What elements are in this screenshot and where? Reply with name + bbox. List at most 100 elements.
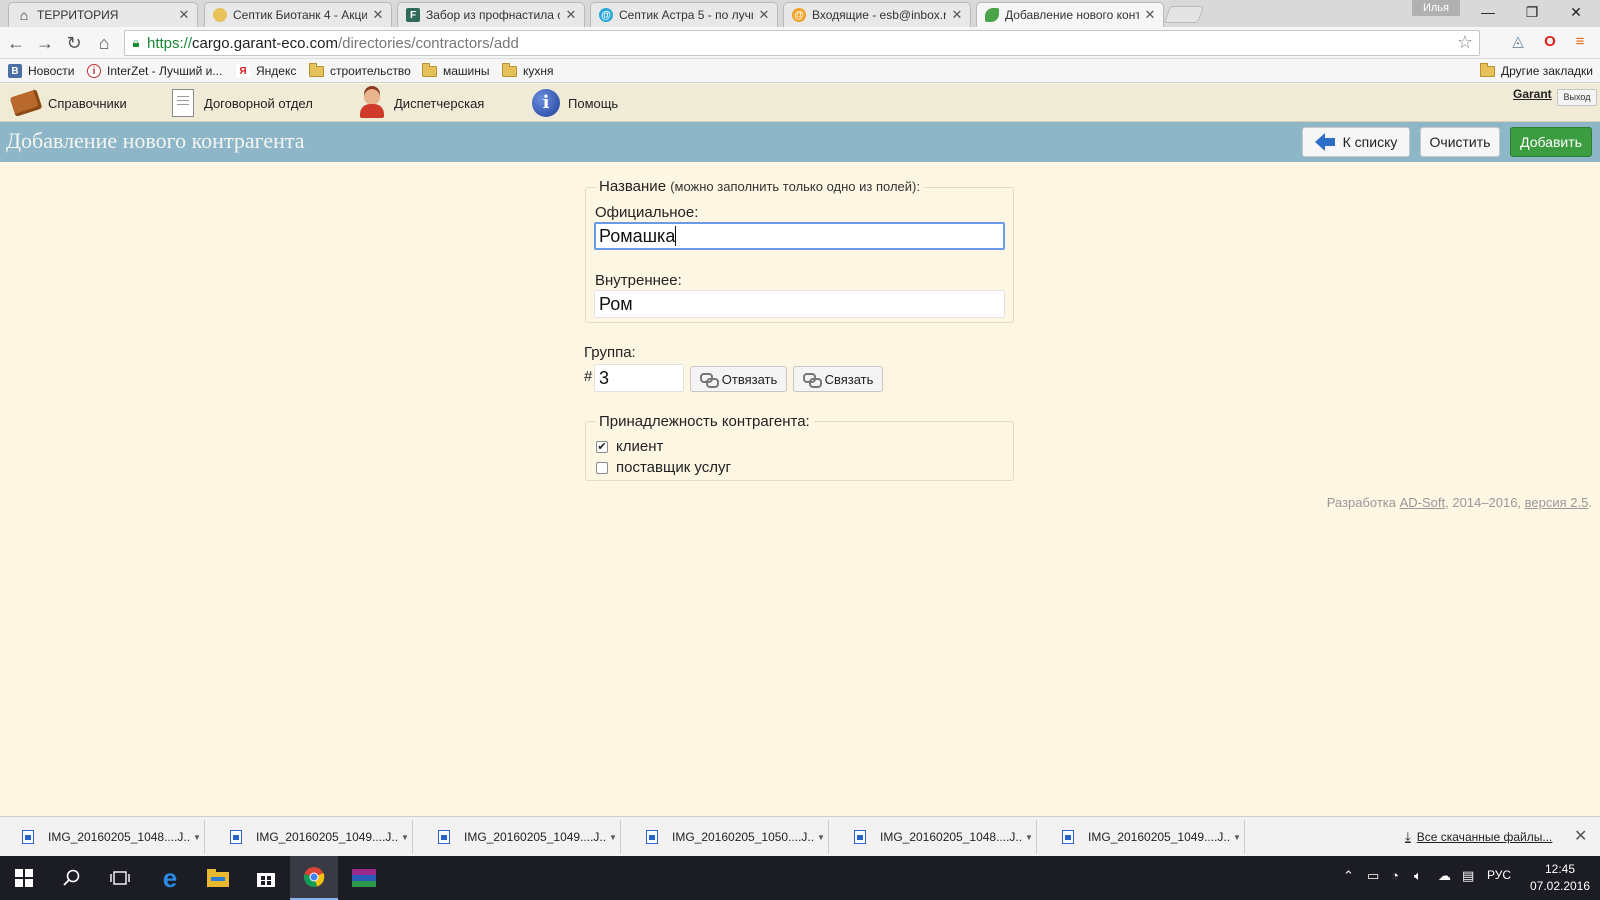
menu-item-directories[interactable]: Справочники: [9, 84, 127, 122]
winrar-icon[interactable]: [340, 856, 388, 900]
group-id-input[interactable]: 3: [594, 364, 684, 392]
browser-tab-inbox[interactable]: @ Входящие - esb@inbox.ru ✕: [783, 2, 971, 27]
bookmark-label: машины: [443, 64, 490, 78]
search-icon[interactable]: [48, 856, 96, 900]
footer-version-link[interactable]: версия 2.5: [1525, 495, 1589, 510]
close-downloads-icon[interactable]: ✕: [1574, 826, 1587, 846]
back-arrow-icon[interactable]: ←: [4, 31, 28, 55]
bookmark-folder-kitchen[interactable]: кухня: [502, 62, 554, 80]
bookmark-other[interactable]: Другие закладки: [1480, 62, 1593, 80]
browser-tab-biotank[interactable]: Септик Биотанк 4 - Акци ✕: [204, 2, 392, 27]
browser-tab-fence[interactable]: F Забор из профнастила се ✕: [397, 2, 585, 27]
minimize-icon[interactable]: —: [1466, 0, 1510, 26]
file-explorer-icon[interactable]: [194, 856, 242, 900]
image-file-icon: [1062, 830, 1074, 844]
browser-tab-astra[interactable]: @ Септик Астра 5 - по лучш ✕: [590, 2, 778, 27]
download-item[interactable]: IMG_20160205_1049....J... ▼: [214, 820, 413, 854]
chevron-down-icon[interactable]: ▼: [814, 833, 828, 842]
chevron-down-icon[interactable]: ▼: [190, 833, 204, 842]
user-link[interactable]: Garant: [1513, 87, 1552, 101]
menu-item-label: Помощь: [568, 95, 619, 111]
tab-title: Септик Астра 5 - по лучш: [619, 8, 753, 22]
download-item[interactable]: IMG_20160205_1049....J... ▼: [422, 820, 621, 854]
text-caret: [675, 226, 677, 246]
clear-button[interactable]: Очистить: [1420, 127, 1500, 157]
forward-arrow-icon[interactable]: →: [33, 31, 57, 55]
logout-button[interactable]: Выход: [1557, 89, 1597, 106]
chevron-down-icon[interactable]: ▼: [606, 833, 620, 842]
bookmark-star-icon[interactable]: ☆: [1457, 32, 1473, 53]
bookmark-folder-construction[interactable]: строительство: [309, 62, 411, 80]
windows-start-icon[interactable]: [0, 856, 48, 900]
home-button-icon[interactable]: ⌂: [92, 31, 116, 55]
chevron-down-icon[interactable]: ▼: [1022, 833, 1036, 842]
official-name-input[interactable]: Ромашка: [594, 222, 1005, 250]
restore-icon[interactable]: ❐: [1510, 0, 1554, 26]
internal-name-input[interactable]: Ром: [594, 290, 1005, 318]
service-provider-checkbox[interactable]: [596, 461, 608, 474]
address-bar[interactable]: 🔒︎ https:// cargo.garant-eco.com /direct…: [124, 30, 1480, 56]
tab-close-icon[interactable]: ✕: [757, 7, 771, 23]
tab-close-icon[interactable]: ✕: [564, 7, 578, 23]
app-menu: Справочники Договорной отдел Диспетчерск…: [0, 84, 1600, 122]
client-checkbox[interactable]: ✔: [596, 440, 608, 453]
tab-title: Добавление нового конт: [1005, 8, 1139, 22]
bookmark-folder-cars[interactable]: машины: [422, 62, 490, 80]
f-letter-icon: F: [406, 8, 420, 22]
notification-icon[interactable]: ▤: [1462, 868, 1474, 884]
tray-chevron-up-icon[interactable]: ⌃: [1343, 868, 1354, 884]
download-item[interactable]: IMG_20160205_1048....J... ▼: [838, 820, 1037, 854]
task-view-icon[interactable]: [96, 856, 144, 900]
add-button[interactable]: Добавить: [1510, 127, 1592, 157]
opera-icon[interactable]: O: [1540, 32, 1560, 52]
bookmarks-bar: B Новости i InterZet - Лучший и... Я Янд…: [0, 59, 1600, 83]
tab-close-icon[interactable]: ✕: [1143, 7, 1157, 23]
new-tab-button[interactable]: [1163, 6, 1205, 23]
bookmark-label: Яндекс: [256, 64, 297, 78]
download-item[interactable]: IMG_20160205_1048....J... ▼: [6, 820, 205, 854]
browser-tab-add-contractor[interactable]: Добавление нового конт ✕: [976, 2, 1164, 27]
back-to-list-button[interactable]: К списку: [1302, 127, 1410, 157]
menu-item-dispatch[interactable]: Диспетчерская: [356, 84, 484, 122]
unlink-button[interactable]: Отвязать: [690, 366, 787, 392]
download-filename: IMG_20160205_1048....J...: [880, 830, 1022, 844]
menu-item-help[interactable]: i Помощь: [530, 84, 618, 122]
bookmark-label: строительство: [330, 64, 411, 78]
clock-date: 07.02.2016: [1529, 879, 1591, 893]
close-window-icon[interactable]: ✕: [1554, 0, 1598, 26]
chrome-icon[interactable]: [290, 856, 338, 900]
chevron-down-icon[interactable]: ▼: [1230, 833, 1244, 842]
menu-item-contracts[interactable]: Договорной отдел: [166, 84, 313, 122]
volume-icon[interactable]: 🔈︎: [1414, 868, 1422, 884]
url-scheme: https://: [147, 34, 193, 52]
system-clock[interactable]: 12:45 07.02.2016: [1525, 861, 1595, 895]
bookmark-interzet[interactable]: i InterZet - Лучший и...: [87, 62, 222, 80]
all-downloads-link[interactable]: ⤓ Все скачанные файлы...: [1405, 829, 1552, 845]
bookmark-yandex[interactable]: Я Яндекс: [236, 62, 296, 80]
reload-icon[interactable]: ↻: [62, 31, 86, 55]
affiliation-provider-row[interactable]: поставщик услуг: [596, 459, 731, 476]
browser-user-badge[interactable]: Илья: [1412, 0, 1460, 16]
store-icon[interactable]: [242, 856, 290, 900]
download-filename: IMG_20160205_1048....J...: [48, 830, 190, 844]
onedrive-icon[interactable]: ☁: [1438, 868, 1451, 884]
network-icon[interactable]: ◔: [1391, 868, 1399, 883]
browser-menu-icon[interactable]: ≡: [1570, 32, 1590, 52]
browser-tab-territory[interactable]: ⌂ ТЕРРИТОРИЯ ✕: [8, 2, 198, 27]
tab-close-icon[interactable]: ✕: [177, 7, 191, 23]
link-button[interactable]: Связать: [793, 366, 883, 392]
download-item[interactable]: IMG_20160205_1050....J... ▼: [630, 820, 829, 854]
affiliation-client-row[interactable]: ✔ клиент: [596, 438, 663, 455]
tab-close-icon[interactable]: ✕: [950, 7, 964, 23]
menu-item-label: Диспетчерская: [394, 95, 485, 111]
bookmark-news[interactable]: B Новости: [8, 62, 74, 80]
download-item[interactable]: IMG_20160205_1049....J... ▼: [1046, 820, 1245, 854]
extension-icon[interactable]: ◬: [1508, 32, 1528, 52]
language-indicator[interactable]: РУС: [1487, 868, 1511, 882]
menu-item-label: Справочники: [48, 95, 127, 111]
edge-browser-icon[interactable]: e: [146, 856, 194, 900]
footer-company-link[interactable]: AD-Soft: [1400, 495, 1446, 510]
chevron-down-icon[interactable]: ▼: [398, 833, 412, 842]
tab-close-icon[interactable]: ✕: [371, 7, 385, 23]
battery-icon[interactable]: ▭: [1367, 868, 1379, 884]
